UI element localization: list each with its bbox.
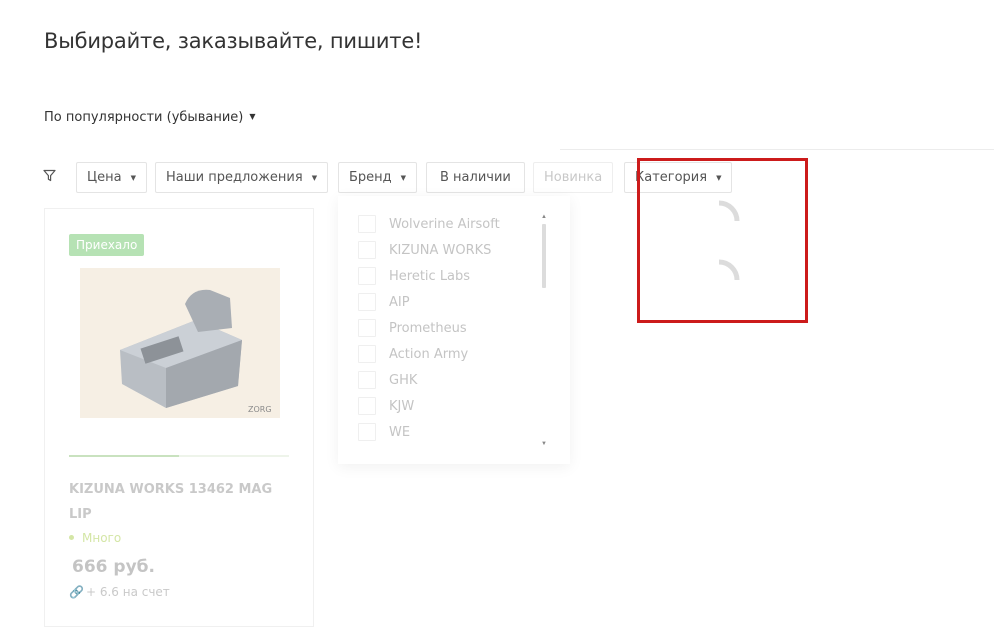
stock-dot-icon	[69, 535, 74, 540]
filter-brand[interactable]: Бренд ▼	[338, 162, 418, 193]
chevron-down-icon: ▼	[249, 112, 256, 121]
sort-dropdown[interactable]: По популярности (убывание) ▼	[44, 110, 256, 125]
link-icon: 🔗	[69, 585, 84, 599]
chevron-down-icon: ▼	[400, 173, 407, 182]
highlight-box	[637, 158, 808, 323]
scroll-down-icon[interactable]: ▼	[541, 441, 547, 447]
filter-offers-label: Наши предложения	[166, 170, 303, 185]
brand-option[interactable]: Prometheus	[358, 318, 467, 338]
scrollbar[interactable]: ▲ ▼	[541, 214, 547, 447]
brand-option-label: Prometheus	[389, 320, 467, 336]
loading-spinner-icon	[718, 200, 740, 222]
bonus-label: + 6.6 на счет	[85, 585, 170, 599]
brand-option[interactable]: Heretic Labs	[358, 266, 470, 286]
brand-option-label: Wolverine Airsoft	[389, 216, 500, 232]
scroll-up-icon[interactable]: ▲	[541, 214, 547, 220]
brand-option[interactable]: Wolverine Airsoft	[358, 214, 500, 234]
checkbox[interactable]	[358, 319, 376, 337]
brand-option[interactable]: AIP	[358, 292, 410, 312]
brand-option-label: WE	[389, 424, 411, 440]
stock-status: Много	[69, 531, 121, 545]
brand-option-label: KJW	[389, 398, 415, 414]
filter-new-label: Новинка	[544, 170, 603, 185]
filter-new[interactable]: Новинка	[533, 162, 614, 193]
brand-option[interactable]: GHK	[358, 370, 417, 390]
progress-bar	[69, 455, 289, 457]
checkbox[interactable]	[358, 241, 376, 259]
stock-label: Много	[82, 531, 122, 545]
brand-option-label: Action Army	[389, 346, 469, 362]
filter-icon[interactable]	[43, 169, 56, 182]
checkbox[interactable]	[358, 293, 376, 311]
brand-option[interactable]: Action Army	[358, 344, 468, 364]
product-price: 666 руб.	[72, 557, 155, 577]
chevron-down-icon: ▼	[130, 173, 136, 182]
checkbox[interactable]	[358, 397, 376, 415]
filter-price-label: Цена	[87, 170, 122, 185]
sort-label: По популярности (убывание)	[44, 110, 244, 125]
bonus-points: 🔗 + 6.6 на счет	[69, 585, 170, 599]
product-card[interactable]: Приехало ZORG KIZUNA WORKS 13462 MAG LIP…	[44, 208, 314, 627]
page-title: Выбирайте, заказывайте, пишите!	[44, 29, 423, 53]
checkbox[interactable]	[358, 345, 376, 363]
status-badge: Приехало	[69, 234, 145, 256]
brand-dropdown[interactable]: Wolverine Airsoft KIZUNA WORKS Heretic L…	[338, 196, 570, 464]
filter-brand-label: Бренд	[349, 170, 392, 185]
scroll-thumb[interactable]	[542, 224, 546, 288]
brand-option[interactable]: KIZUNA WORKS	[358, 240, 491, 260]
progress-fill	[69, 455, 179, 457]
chevron-down-icon: ▼	[311, 173, 318, 182]
checkbox[interactable]	[358, 267, 376, 285]
brand-option-label: GHK	[389, 372, 418, 388]
filter-in-stock[interactable]: В наличии	[426, 162, 525, 193]
divider	[560, 149, 994, 150]
brand-option-label: AIP	[389, 294, 410, 310]
checkbox[interactable]	[358, 423, 376, 441]
loading-spinner-icon	[718, 259, 740, 281]
filter-in-stock-label: В наличии	[440, 170, 511, 185]
filter-offers[interactable]: Наши предложения ▼	[155, 162, 329, 193]
product-image[interactable]: ZORG	[80, 268, 280, 418]
brand-option-label: Heretic Labs	[389, 268, 471, 284]
brand-option[interactable]: WE	[358, 422, 410, 442]
filter-price[interactable]: Цена ▼	[76, 162, 147, 193]
checkbox[interactable]	[358, 215, 376, 233]
brand-option[interactable]: KJW	[358, 396, 414, 416]
brand-option-label: KIZUNA WORKS	[389, 242, 492, 258]
product-name[interactable]: KIZUNA WORKS 13462 MAG LIP	[69, 477, 289, 527]
watermark-text: ZORG	[248, 405, 272, 414]
checkbox[interactable]	[358, 371, 376, 389]
